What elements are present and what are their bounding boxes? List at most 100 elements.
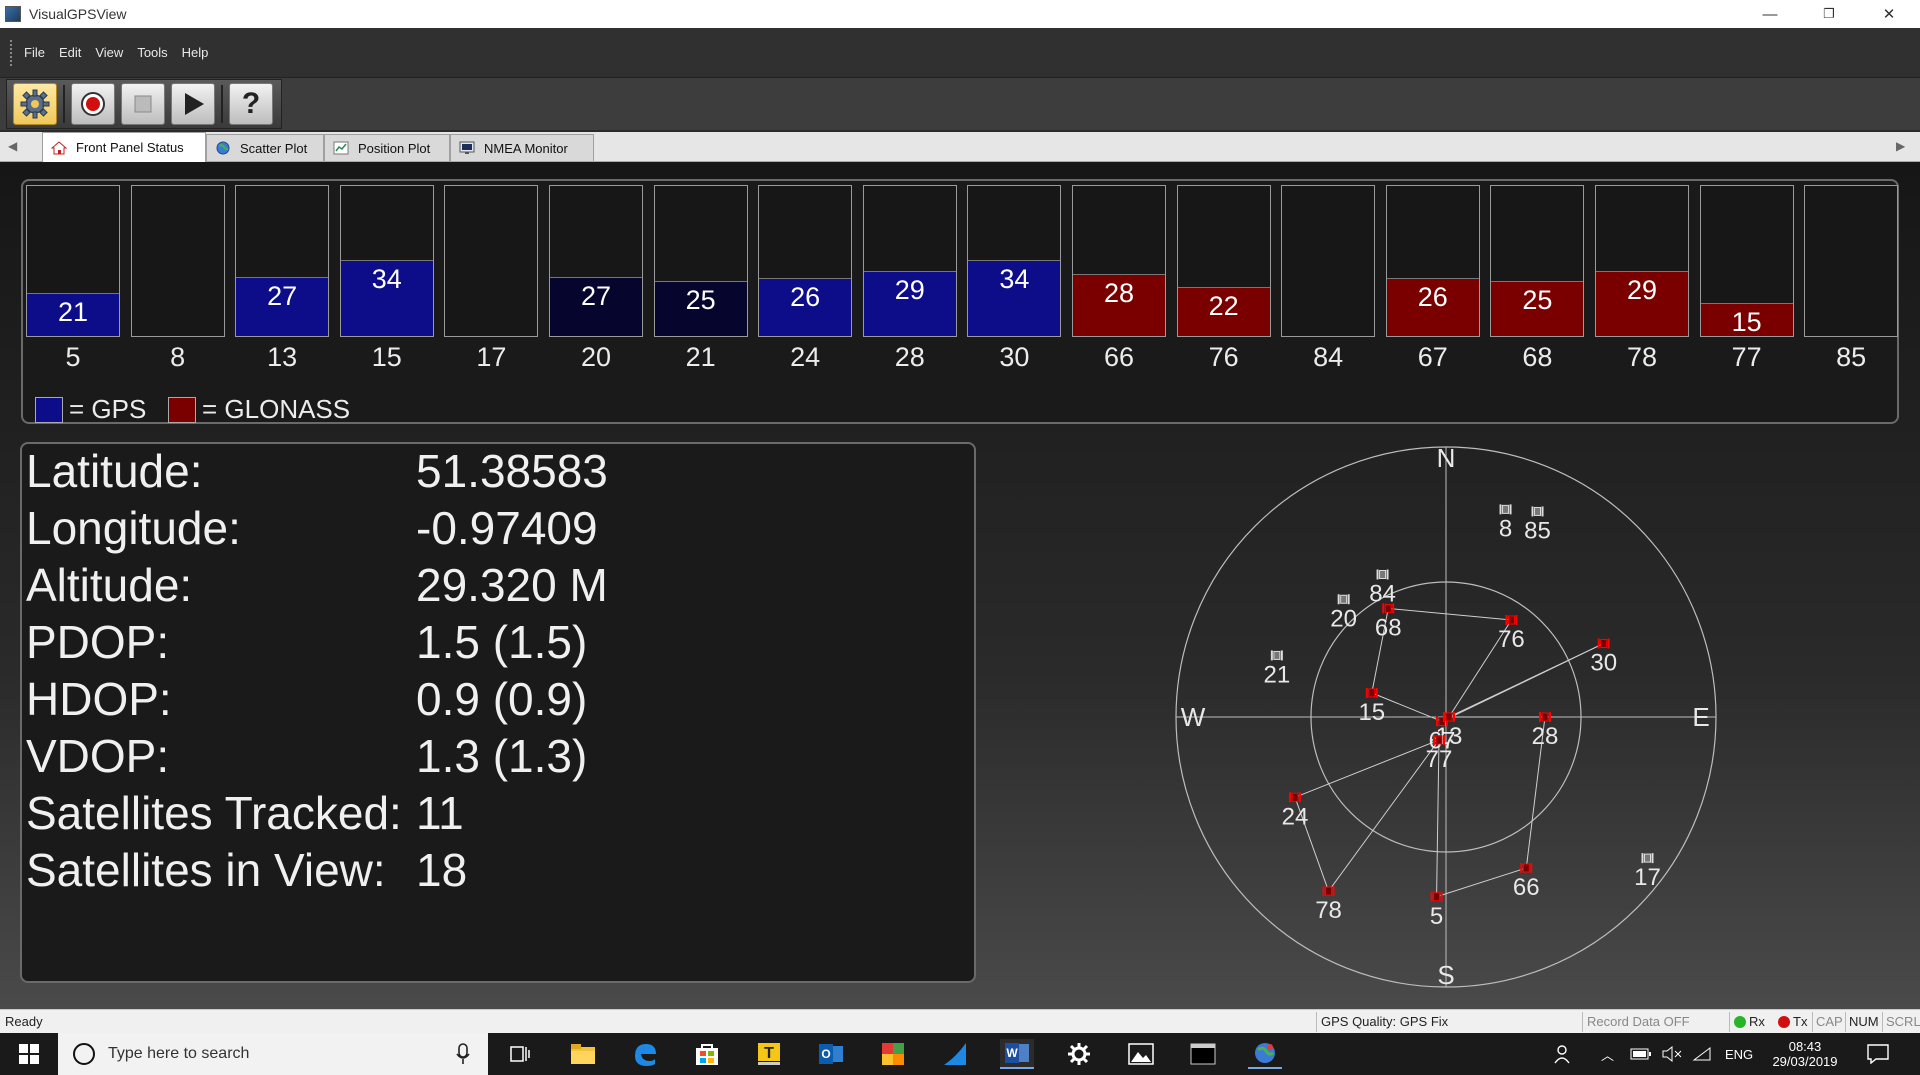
clock[interactable]: 08:43 29/03/2019 xyxy=(1768,1033,1842,1075)
settings-icon xyxy=(20,89,50,119)
sail-app-button[interactable] xyxy=(938,1039,972,1069)
signal-snr-label: 29 xyxy=(1626,275,1658,305)
gps-quality: GPS Quality: GPS Fix xyxy=(1321,1014,1449,1029)
prn-label: 76 xyxy=(1208,342,1239,372)
record-button[interactable] xyxy=(71,83,115,125)
tray-chevron-icon[interactable]: ︿ xyxy=(1601,1033,1614,1075)
satellite-label: 85 xyxy=(1524,517,1551,544)
volume-muted-icon[interactable] xyxy=(1662,1033,1682,1075)
prn-label: 21 xyxy=(685,342,716,372)
restore-button[interactable]: ❐ xyxy=(1800,0,1858,28)
rx-label: Rx xyxy=(1749,1014,1765,1029)
start-button[interactable] xyxy=(0,1033,58,1075)
notifications-icon[interactable] xyxy=(1867,1033,1889,1075)
taskbar-search[interactable]: Type here to search xyxy=(58,1033,488,1075)
help-icon: ? xyxy=(241,87,261,120)
menu-view[interactable]: View xyxy=(88,45,130,60)
outlook-button[interactable]: O xyxy=(814,1039,848,1069)
stop-icon xyxy=(134,95,152,113)
signal-slot: 34 xyxy=(339,185,434,337)
window-title: VisualGPSView xyxy=(29,6,127,22)
signal-slot: 34 xyxy=(967,185,1062,337)
longitude-value: -0.97409 xyxy=(416,502,598,554)
prn-label: 84 xyxy=(1313,342,1344,372)
file-explorer-button[interactable] xyxy=(566,1039,600,1069)
edge-button[interactable] xyxy=(628,1039,662,1069)
satellite-66: 66 xyxy=(1513,862,1540,901)
close-button[interactable]: ✕ xyxy=(1860,0,1918,28)
visualgpsview-taskbar-button[interactable] xyxy=(1248,1039,1282,1069)
tab-position-plot[interactable]: Position Plot xyxy=(324,134,450,161)
satellite-label: 8 xyxy=(1499,515,1512,542)
signal-slot xyxy=(1281,185,1376,337)
tx-indicator: Tx xyxy=(1778,1014,1807,1029)
play-icon xyxy=(185,93,204,115)
play-button[interactable] xyxy=(171,83,215,125)
gps-app-icon xyxy=(1255,1043,1275,1063)
chart-icon xyxy=(333,141,349,155)
language-indicator[interactable]: ENG xyxy=(1725,1033,1753,1075)
menu-file[interactable]: File xyxy=(17,45,52,60)
settings-button[interactable] xyxy=(13,83,57,125)
satellite-icon xyxy=(1435,735,1443,745)
minimize-button[interactable]: — xyxy=(1741,0,1799,28)
tab-scroll-right-icon[interactable]: ▶ xyxy=(1896,139,1905,153)
constellation-link xyxy=(1294,739,1440,798)
settings-app-button[interactable] xyxy=(1062,1039,1096,1069)
title-bar: VisualGPSView — ❐ ✕ xyxy=(0,0,1920,28)
satellite-icon xyxy=(1291,792,1299,802)
longitude-label: Longitude: xyxy=(26,502,241,554)
signal-snr-label: 34 xyxy=(371,264,402,294)
tab-nmea-monitor[interactable]: NMEA Monitor xyxy=(450,134,594,161)
vdop-label: VDOP: xyxy=(26,730,170,782)
stop-button[interactable] xyxy=(121,83,165,125)
photos-app-button[interactable] xyxy=(876,1039,910,1069)
signal-slot: 28 xyxy=(1072,185,1166,337)
satellite-label: 15 xyxy=(1358,699,1385,726)
satellite-icon xyxy=(1433,892,1441,902)
signal-snr-label: 22 xyxy=(1208,291,1239,321)
signal-snr-label: 27 xyxy=(267,281,298,311)
tab-front-panel-status[interactable]: Front Panel Status xyxy=(42,132,206,162)
hdop-label: HDOP: xyxy=(26,673,172,725)
tab-scroll-left-icon[interactable]: ◀ xyxy=(8,139,17,153)
menu-help[interactable]: Help xyxy=(175,45,216,60)
prn-label: 17 xyxy=(476,342,507,372)
home-icon xyxy=(51,140,67,154)
task-view-button[interactable] xyxy=(503,1039,537,1069)
status-separator xyxy=(1582,1012,1583,1032)
help-button[interactable]: ? xyxy=(229,83,273,125)
store-button[interactable] xyxy=(690,1039,724,1069)
signal-slot: 21 xyxy=(26,185,120,337)
tab-scatter-plot[interactable]: Scatter Plot xyxy=(206,134,324,161)
signal-snr-label: 28 xyxy=(1103,278,1135,308)
satellite-85: 85 xyxy=(1524,506,1551,544)
signal-slot: 22 xyxy=(1176,185,1271,337)
photos-button[interactable] xyxy=(1124,1039,1158,1069)
hdop-value: 0.9 (0.9) xyxy=(416,673,588,725)
satellite-21: 21 xyxy=(1264,650,1290,688)
svg-text:O: O xyxy=(821,1047,830,1061)
word-button[interactable]: W xyxy=(1000,1039,1034,1069)
satellite-20: 20 xyxy=(1330,594,1357,632)
satellite-icon xyxy=(1507,615,1515,625)
signal-snr-label: 15 xyxy=(1731,307,1762,337)
people-icon[interactable] xyxy=(1554,1033,1574,1075)
satellites-tracked-value: 11 xyxy=(416,787,464,839)
terminal-icon xyxy=(1190,1043,1216,1065)
app-t-button[interactable]: T xyxy=(752,1039,786,1069)
satellite-30: 30 xyxy=(1590,638,1617,676)
microphone-icon[interactable] xyxy=(456,1043,470,1065)
altitude-value: 29.320 M xyxy=(416,559,608,611)
wifi-icon[interactable] xyxy=(1692,1033,1712,1075)
menu-tools[interactable]: Tools xyxy=(130,45,174,60)
tab-label: NMEA Monitor xyxy=(484,140,568,156)
menu-edit[interactable]: Edit xyxy=(52,45,88,60)
position-info-panel: Latitude: 51.38583 Longitude: -0.97409 Alt… xyxy=(20,442,976,983)
signal-snr-label: 21 xyxy=(57,297,89,327)
status-separator xyxy=(1729,1012,1730,1032)
sail-icon xyxy=(944,1043,966,1065)
satellite-icon xyxy=(1340,594,1348,604)
compass-north: N xyxy=(1437,443,1456,473)
terminal-button[interactable] xyxy=(1186,1039,1220,1069)
